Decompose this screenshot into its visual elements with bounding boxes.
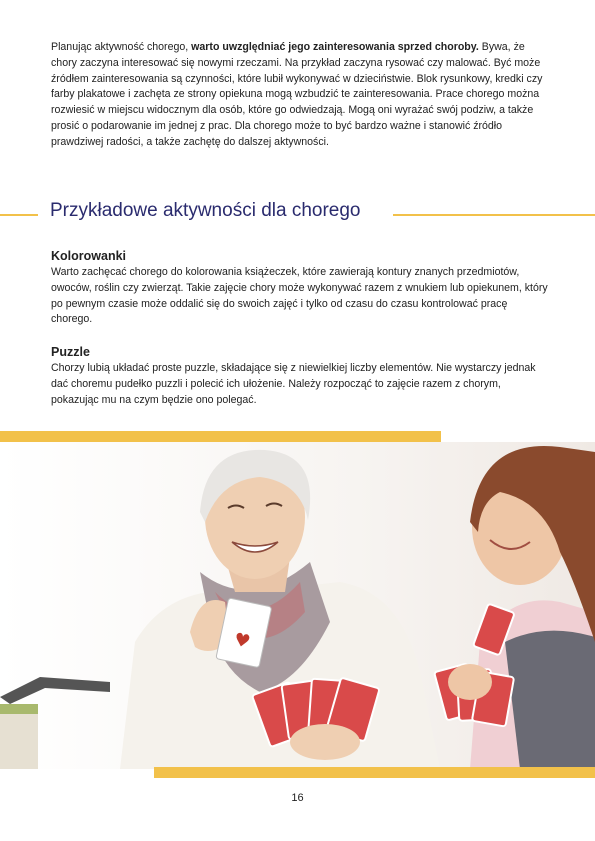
page-number: 16 [291, 792, 304, 804]
intro-text-rest: że chory zaczyna interesować się nowymi … [51, 41, 543, 148]
accent-bar-top [0, 431, 441, 442]
activity-title-puzzle: Puzzle [51, 345, 90, 359]
section-heading-block: Przykładowe aktywności dla chorego [0, 200, 595, 230]
intro-text-continue: Bywa, [478, 41, 511, 53]
intro-emphasis: warto uwzględniać jego zainteresowania s… [191, 41, 479, 53]
accent-bar-bottom [154, 767, 595, 778]
intro-paragraph: Planując aktywność chorego, warto uwzglę… [51, 40, 551, 151]
activity-text-coloring: Warto zachęcać chorego do kolorowania ks… [51, 266, 548, 326]
activity-text-puzzle: Chorzy lubią układać proste puzzle, skła… [51, 362, 536, 406]
section-title: Przykładowe aktywności dla chorego [50, 200, 361, 221]
activity-title-coloring: Kolorowanki [51, 249, 127, 263]
heading-rule-left [0, 214, 38, 216]
heading-rule-right [393, 214, 595, 216]
intro-text-start: Planując aktywność chorego, [51, 41, 192, 53]
photo-elderly-woman-playing-cards: ♥ [0, 442, 595, 769]
